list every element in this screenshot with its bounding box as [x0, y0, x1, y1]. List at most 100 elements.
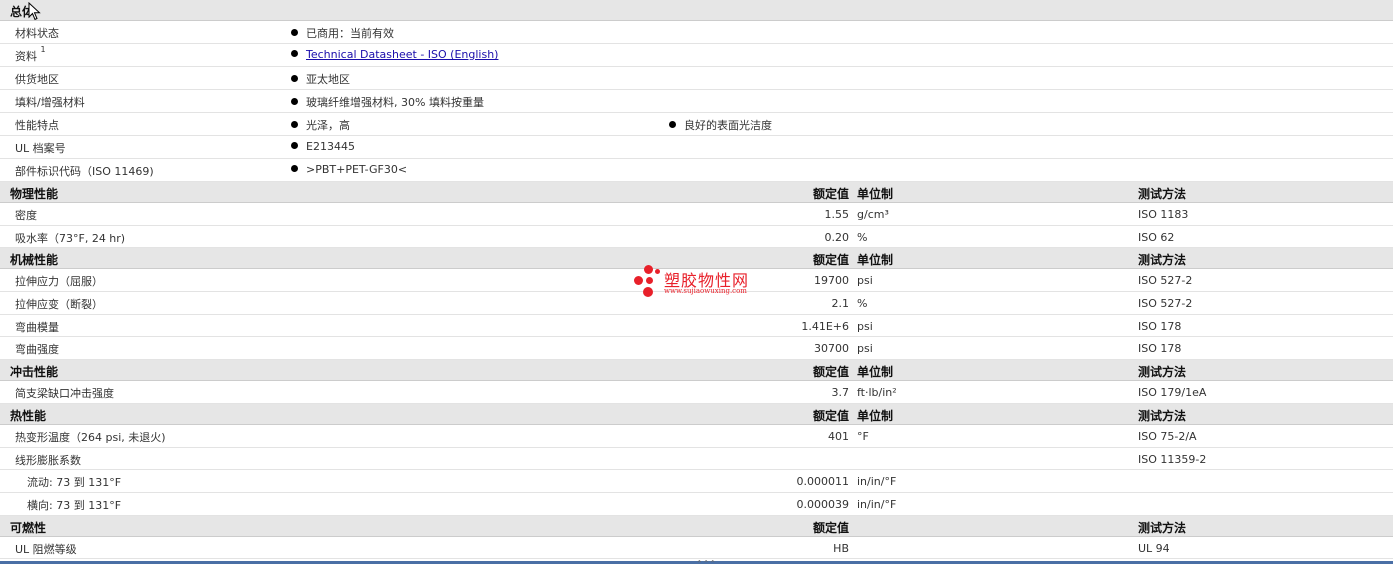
- property-unit: %: [857, 297, 868, 311]
- row-label: 材料状态: [15, 27, 59, 40]
- property-test-method: UL 94: [1138, 541, 1170, 555]
- property-value: 2.1: [831, 297, 850, 311]
- column-header-value: 额定值: [812, 520, 849, 535]
- property-value: 1.41E+6: [801, 319, 849, 333]
- property-value: 30700: [814, 342, 849, 356]
- property-value: 3.7: [831, 386, 850, 400]
- property-unit: g/cm³: [857, 208, 889, 221]
- property-label: 流动: 73 到 131°F: [27, 476, 122, 490]
- property-label: 热变形温度（264 psi, 未退火): [15, 430, 166, 444]
- watermark-dots-icon: [634, 265, 664, 299]
- property-row: 横向: 73 到 131°F 0.000039 in/in/°F: [0, 493, 1393, 516]
- watermark-url: www.sujiaowuxing.com: [664, 287, 747, 295]
- property-test-method: ISO 527-2: [1138, 297, 1193, 311]
- section-title: 冲击性能: [10, 365, 59, 380]
- property-value: HB: [833, 541, 849, 555]
- bullet-icon: [291, 121, 298, 128]
- property-value: 0.000011: [796, 475, 850, 489]
- column-header-test-method: 测试方法: [1138, 520, 1187, 535]
- property-label: UL 阻燃等级: [15, 542, 77, 556]
- property-label: 简支梁缺口冲击强度: [15, 387, 114, 401]
- general-row-filler: 填料/增强材料 玻璃纤维增强材料, 30% 填料按重量: [0, 90, 1393, 113]
- row-label: 资料 1: [15, 45, 46, 63]
- row-label: 填料/增强材料: [15, 96, 85, 109]
- property-value: 0.20: [824, 230, 850, 244]
- bullet-item: 良好的表面光洁度: [669, 117, 772, 133]
- column-header-test-method: 测试方法: [1138, 408, 1187, 423]
- property-row: 弯曲模量 1.41E+6 psi ISO 178: [0, 315, 1393, 338]
- property-test-method: ISO 62: [1138, 230, 1175, 244]
- row-label: UL 档案号: [15, 142, 66, 155]
- property-row: 线形膨胀系数 ISO 11359-2: [0, 448, 1393, 471]
- bullet-icon: [291, 98, 298, 105]
- property-label: 线形膨胀系数: [15, 453, 81, 467]
- property-value: 1.55: [824, 208, 850, 221]
- section-header: 热性能 额定值 单位制 测试方法: [0, 403, 1393, 425]
- section-header: 可燃性 额定值 测试方法: [0, 515, 1393, 537]
- row-label: 性能特点: [15, 119, 59, 132]
- watermark-logo: 塑胶物性网 www.sujiaowuxing.com: [634, 265, 774, 299]
- column-header-unit: 单位制: [857, 365, 894, 380]
- property-row: 密度 1.55 g/cm³ ISO 1183: [0, 203, 1393, 226]
- property-value: 19700: [814, 274, 849, 288]
- property-label: 横向: 73 到 131°F: [27, 498, 122, 512]
- property-row: 热变形温度（264 psi, 未退火) 401 °F ISO 75-2/A: [0, 425, 1393, 448]
- column-header-test-method: 测试方法: [1138, 187, 1187, 201]
- section-header: 物理性能 额定值 单位制 测试方法: [0, 182, 1393, 203]
- section-header-general: 总体: [0, 0, 1393, 21]
- bullet-item: E213445: [291, 140, 355, 153]
- property-value: 0.000039: [796, 497, 850, 511]
- property-unit: ft·lb/in²: [857, 386, 897, 400]
- property-value: 401: [828, 429, 849, 443]
- property-label: 吸水率（73°F, 24 hr): [15, 231, 126, 245]
- property-label: 拉伸应力（屈服）: [15, 275, 103, 289]
- bullet-item: 亚太地区: [291, 71, 350, 87]
- section-title: 热性能: [10, 408, 47, 423]
- mouse-cursor-icon: [28, 2, 41, 21]
- bullet-icon: [291, 165, 298, 172]
- property-test-method: ISO 178: [1138, 342, 1182, 356]
- bullet-item: Technical Datasheet - ISO (English): [291, 48, 498, 61]
- property-test-method: ISO 1183: [1138, 208, 1189, 221]
- bullet-item: 玻璃纤维增强材料, 30% 填料按重量: [291, 94, 484, 110]
- bullet-icon: [291, 50, 298, 57]
- bullet-icon: [291, 75, 298, 82]
- section-title: 可燃性: [10, 520, 47, 535]
- column-header-test-method: 测试方法: [1138, 365, 1187, 380]
- datasheet-link[interactable]: Technical Datasheet - ISO (English): [306, 48, 498, 61]
- property-test-method: ISO 11359-2: [1138, 452, 1207, 466]
- row-label: 供货地区: [15, 73, 59, 86]
- property-row: 吸水率（73°F, 24 hr) 0.20% ISO 62: [0, 226, 1393, 249]
- property-unit: psi: [857, 342, 873, 356]
- footnote-marker: 1: [40, 45, 46, 55]
- property-row: 简支梁缺口冲击强度 3.7 ft·lb/in² ISO 179/1eA: [0, 381, 1393, 404]
- bullet-icon: [291, 29, 298, 36]
- general-row-status: 材料状态 已商用：当前有效: [0, 21, 1393, 44]
- column-header-test-method: 测试方法: [1138, 253, 1187, 268]
- bullet-item: 已商用：当前有效: [291, 25, 394, 41]
- bullet-item: >PBT+PET-GF30<: [291, 163, 407, 176]
- section-title: 机械性能: [10, 253, 59, 268]
- general-row-features: 性能特点 光泽，高 良好的表面光洁度: [0, 113, 1393, 136]
- column-header-unit: 单位制: [857, 253, 894, 268]
- property-sections: 物理性能 额定值 单位制 测试方法 密度 1.55 g/cm³ ISO 1183 吸水率（73°…: [0, 182, 1393, 560]
- bullet-item: 光泽，高: [291, 117, 350, 133]
- bullet-icon: [291, 142, 298, 149]
- row-label: 部件标识代码（ISO 11469): [15, 165, 154, 178]
- property-test-method: ISO 75-2/A: [1138, 429, 1197, 443]
- property-row: 弯曲强度 30700 psi ISO 178: [0, 337, 1393, 361]
- general-row-ul-file: UL 档案号 E213445: [0, 136, 1393, 159]
- property-unit: in/in/°F: [857, 475, 897, 489]
- property-label: 拉伸应变（断裂）: [15, 298, 103, 312]
- scroll-grip-icon[interactable]: ⌃⌃⌃: [696, 559, 716, 564]
- property-label: 弯曲强度: [15, 343, 59, 357]
- column-header-value: 额定值: [812, 408, 849, 423]
- general-row-part-code: 部件标识代码（ISO 11469) >PBT+PET-GF30<: [0, 159, 1393, 182]
- property-unit: in/in/°F: [857, 497, 897, 511]
- column-header-value: 额定值: [812, 365, 849, 380]
- section-title: 物理性能: [10, 187, 59, 201]
- bullet-icon: [669, 121, 676, 128]
- property-label: 密度: [15, 209, 37, 222]
- property-unit: psi: [857, 319, 873, 333]
- property-row: UL 阻燃等级 HB UL 94: [0, 537, 1393, 560]
